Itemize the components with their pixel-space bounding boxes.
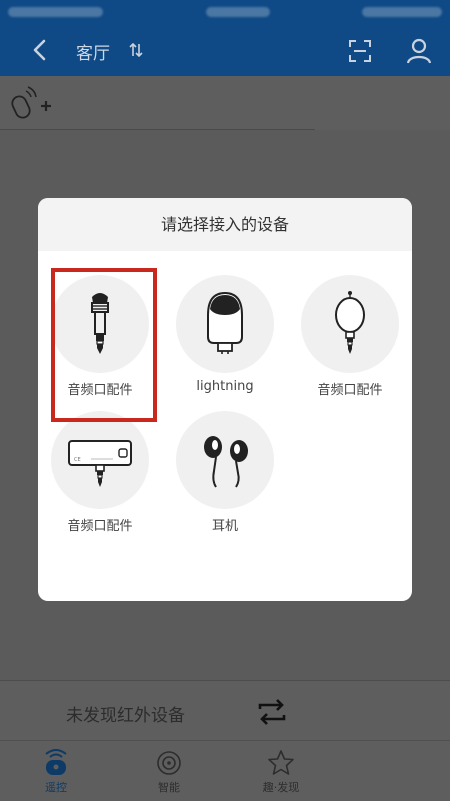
device-item-earphones[interactable]: 耳机 — [175, 411, 275, 534]
nav-bar: 客厅 — [0, 26, 450, 76]
device-label: 音频口配件 — [67, 519, 133, 534]
card-adapter-icon: CE — [68, 440, 132, 487]
scan-icon[interactable] — [348, 39, 372, 63]
tab-smart[interactable]: 智能 — [129, 749, 209, 795]
earphones-icon — [204, 436, 248, 488]
device-icon-bg — [176, 275, 274, 373]
smart-tab-icon — [157, 751, 181, 775]
device-icon-bg: CE — [51, 411, 149, 509]
svg-text:CE: CE — [74, 457, 81, 463]
tab-label: 智能 — [158, 781, 180, 794]
tab-remote[interactable]: 遥控 — [16, 749, 96, 795]
device-label: 耳机 — [211, 519, 238, 534]
tab-label: 遥控 — [45, 781, 67, 794]
tab-label: 趣·发现 — [262, 781, 300, 794]
divider — [0, 129, 315, 130]
lightning-adapter-icon — [207, 291, 243, 354]
user-icon[interactable] — [406, 38, 432, 64]
sub-toolbar — [0, 76, 450, 130]
dialog-title: 请选择接入的设备 — [38, 198, 412, 251]
device-item-bulb-jack[interactable]: 音频口配件 — [300, 275, 400, 398]
swap-icon[interactable] — [128, 42, 144, 58]
tab-bar: 遥控 智能 趣·发现 — [0, 740, 450, 801]
device-icon-bg — [301, 275, 399, 373]
add-remote-icon[interactable] — [8, 86, 54, 120]
no-ir-device-message: 未发现红外设备 — [66, 706, 185, 726]
refresh-icon[interactable] — [255, 697, 289, 727]
device-label: lightning — [196, 379, 254, 394]
back-icon[interactable] — [28, 38, 52, 62]
highlight-frame — [51, 268, 157, 422]
remote-tab-icon — [45, 749, 67, 775]
device-icon-bg — [176, 411, 274, 509]
status-bar — [0, 0, 450, 26]
device-item-card-adapter[interactable]: CE 音频口配件 — [50, 411, 150, 534]
page-title[interactable]: 客厅 — [76, 39, 110, 64]
bulb-jack-icon — [335, 291, 365, 354]
tab-discover[interactable]: 趣·发现 — [241, 749, 321, 795]
device-label: 音频口配件 — [317, 383, 383, 398]
ir-status-bar: 未发现红外设备 — [0, 680, 450, 741]
device-item-lightning[interactable]: lightning — [175, 275, 275, 394]
discover-tab-icon — [268, 750, 294, 775]
